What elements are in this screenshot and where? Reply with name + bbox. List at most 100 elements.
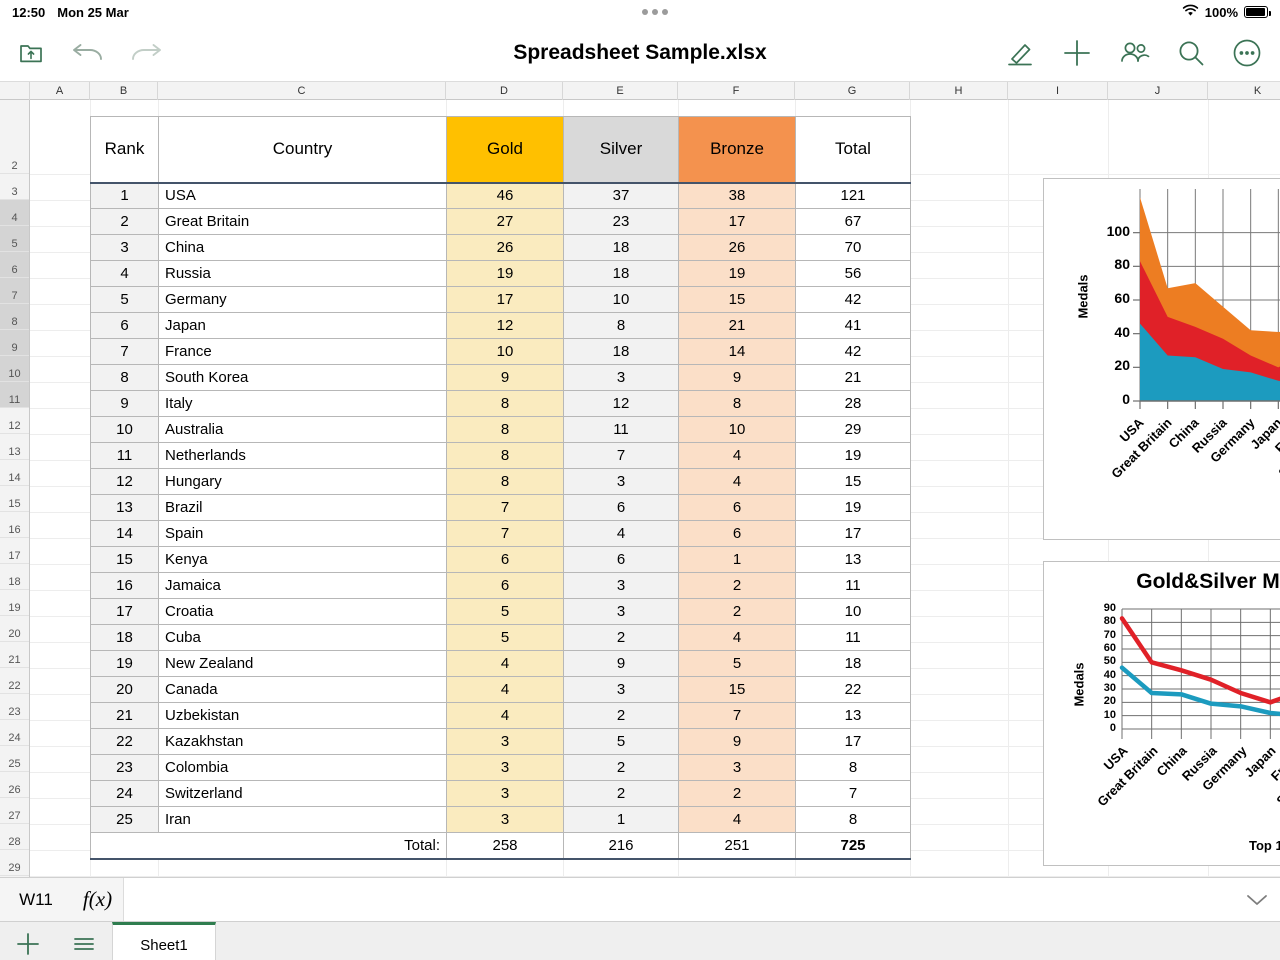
cell-country[interactable]: New Zealand	[159, 651, 447, 677]
column-header-j[interactable]: J	[1108, 82, 1208, 100]
cell-gold[interactable]: 3	[447, 729, 564, 755]
cell-reference-box[interactable]: W11	[0, 878, 72, 921]
cell-gold[interactable]: 6	[447, 547, 564, 573]
cell-silver[interactable]: 18	[564, 339, 679, 365]
row-header-4[interactable]: 4	[0, 200, 29, 226]
table-row[interactable]: 16Jamaica63211	[91, 573, 911, 599]
cell-bronze[interactable]: 14	[679, 339, 796, 365]
table-row[interactable]: 14Spain74617	[91, 521, 911, 547]
cell-silver[interactable]: 2	[564, 781, 679, 807]
cell-rank[interactable]: 15	[91, 547, 159, 573]
cell-rank[interactable]: 23	[91, 755, 159, 781]
sheet-list-icon[interactable]	[56, 922, 112, 960]
row-header-25[interactable]: 25	[0, 746, 29, 772]
cell-gold[interactable]: 26	[447, 235, 564, 261]
cell-rank[interactable]: 4	[91, 261, 159, 287]
cell-gold[interactable]: 4	[447, 651, 564, 677]
cell-bronze[interactable]: 2	[679, 573, 796, 599]
redo-icon[interactable]	[130, 42, 164, 64]
search-icon[interactable]	[1176, 38, 1206, 68]
cell-rank[interactable]: 16	[91, 573, 159, 599]
cell-country[interactable]: Colombia	[159, 755, 447, 781]
row-header-22[interactable]: 22	[0, 668, 29, 694]
cell-country[interactable]: Canada	[159, 677, 447, 703]
row-header-19[interactable]: 19	[0, 590, 29, 616]
cell-country[interactable]: Netherlands	[159, 443, 447, 469]
cell-gold[interactable]: 27	[447, 209, 564, 235]
cell-silver[interactable]: 3	[564, 599, 679, 625]
cell-country[interactable]: Uzbekistan	[159, 703, 447, 729]
cell-bronze[interactable]: 15	[679, 287, 796, 313]
table-row[interactable]: 4Russia19181956	[91, 261, 911, 287]
cell-total[interactable]: 56	[796, 261, 911, 287]
table-row[interactable]: 22Kazakhstan35917	[91, 729, 911, 755]
cell-total[interactable]: 42	[796, 287, 911, 313]
cell-country[interactable]: Russia	[159, 261, 447, 287]
table-row[interactable]: 12Hungary83415	[91, 469, 911, 495]
cell-total[interactable]: 13	[796, 703, 911, 729]
row-header-14[interactable]: 14	[0, 460, 29, 486]
cell-bronze[interactable]: 19	[679, 261, 796, 287]
table-row[interactable]: 24Switzerland3227	[91, 781, 911, 807]
cell-silver[interactable]: 2	[564, 625, 679, 651]
cell-silver[interactable]: 5	[564, 729, 679, 755]
cell-total[interactable]: 7	[796, 781, 911, 807]
cell-bronze[interactable]: 15	[679, 677, 796, 703]
cell-bronze[interactable]: 4	[679, 443, 796, 469]
cell-silver[interactable]: 3	[564, 469, 679, 495]
cell-bronze[interactable]: 5	[679, 651, 796, 677]
cell-total[interactable]: 41	[796, 313, 911, 339]
cell-bronze[interactable]: 9	[679, 365, 796, 391]
cell-gold[interactable]: 8	[447, 417, 564, 443]
cell-silver[interactable]: 1	[564, 807, 679, 833]
cell-rank[interactable]: 22	[91, 729, 159, 755]
cell-bronze[interactable]: 6	[679, 495, 796, 521]
cell-silver[interactable]: 2	[564, 755, 679, 781]
cell-silver[interactable]: 7	[564, 443, 679, 469]
sheet-canvas[interactable]: Rank Country Gold Silver Bronze Total 1U…	[30, 100, 1280, 877]
cell-country[interactable]: Switzerland	[159, 781, 447, 807]
row-header-23[interactable]: 23	[0, 694, 29, 720]
more-ellipsis-icon[interactable]	[1232, 38, 1262, 68]
pencil-icon[interactable]	[1006, 39, 1036, 67]
cell-silver[interactable]: 3	[564, 365, 679, 391]
select-all-corner[interactable]	[0, 82, 30, 100]
cell-silver[interactable]: 3	[564, 677, 679, 703]
cell-gold[interactable]: 8	[447, 469, 564, 495]
cell-total[interactable]: 121	[796, 183, 911, 209]
cell-total[interactable]: 17	[796, 729, 911, 755]
cell-total[interactable]: 19	[796, 443, 911, 469]
row-header-30[interactable]: 30	[0, 876, 29, 877]
cell-country[interactable]: South Korea	[159, 365, 447, 391]
cell-silver[interactable]: 10	[564, 287, 679, 313]
sheet-tab-sheet1[interactable]: Sheet1	[112, 922, 216, 960]
cell-bronze[interactable]: 8	[679, 391, 796, 417]
cell-gold[interactable]: 10	[447, 339, 564, 365]
table-row[interactable]: 11Netherlands87419	[91, 443, 911, 469]
cell-silver[interactable]: 18	[564, 235, 679, 261]
cell-total[interactable]: 67	[796, 209, 911, 235]
row-header-28[interactable]: 28	[0, 824, 29, 850]
undo-icon[interactable]	[70, 42, 104, 64]
stacked-area-chart[interactable]: Medals USAGreat BritainChinaRussiaGerman…	[1043, 178, 1280, 540]
cell-rank[interactable]: 11	[91, 443, 159, 469]
row-header-10[interactable]: 10	[0, 356, 29, 382]
table-row[interactable]: 17Croatia53210	[91, 599, 911, 625]
cell-total[interactable]: 11	[796, 625, 911, 651]
column-header-c[interactable]: C	[158, 82, 446, 100]
cell-total[interactable]: 17	[796, 521, 911, 547]
cell-rank[interactable]: 2	[91, 209, 159, 235]
table-row[interactable]: 10Australia8111029	[91, 417, 911, 443]
cell-silver[interactable]: 8	[564, 313, 679, 339]
row-header-26[interactable]: 26	[0, 772, 29, 798]
cell-gold[interactable]: 3	[447, 807, 564, 833]
row-header-8[interactable]: 8	[0, 304, 29, 330]
formula-input[interactable]	[124, 878, 1234, 921]
cell-bronze[interactable]: 21	[679, 313, 796, 339]
cell-rank[interactable]: 5	[91, 287, 159, 313]
row-header-27[interactable]: 27	[0, 798, 29, 824]
cell-gold[interactable]: 4	[447, 677, 564, 703]
cell-total[interactable]: 13	[796, 547, 911, 573]
cell-total[interactable]: 19	[796, 495, 911, 521]
cell-total[interactable]: 28	[796, 391, 911, 417]
